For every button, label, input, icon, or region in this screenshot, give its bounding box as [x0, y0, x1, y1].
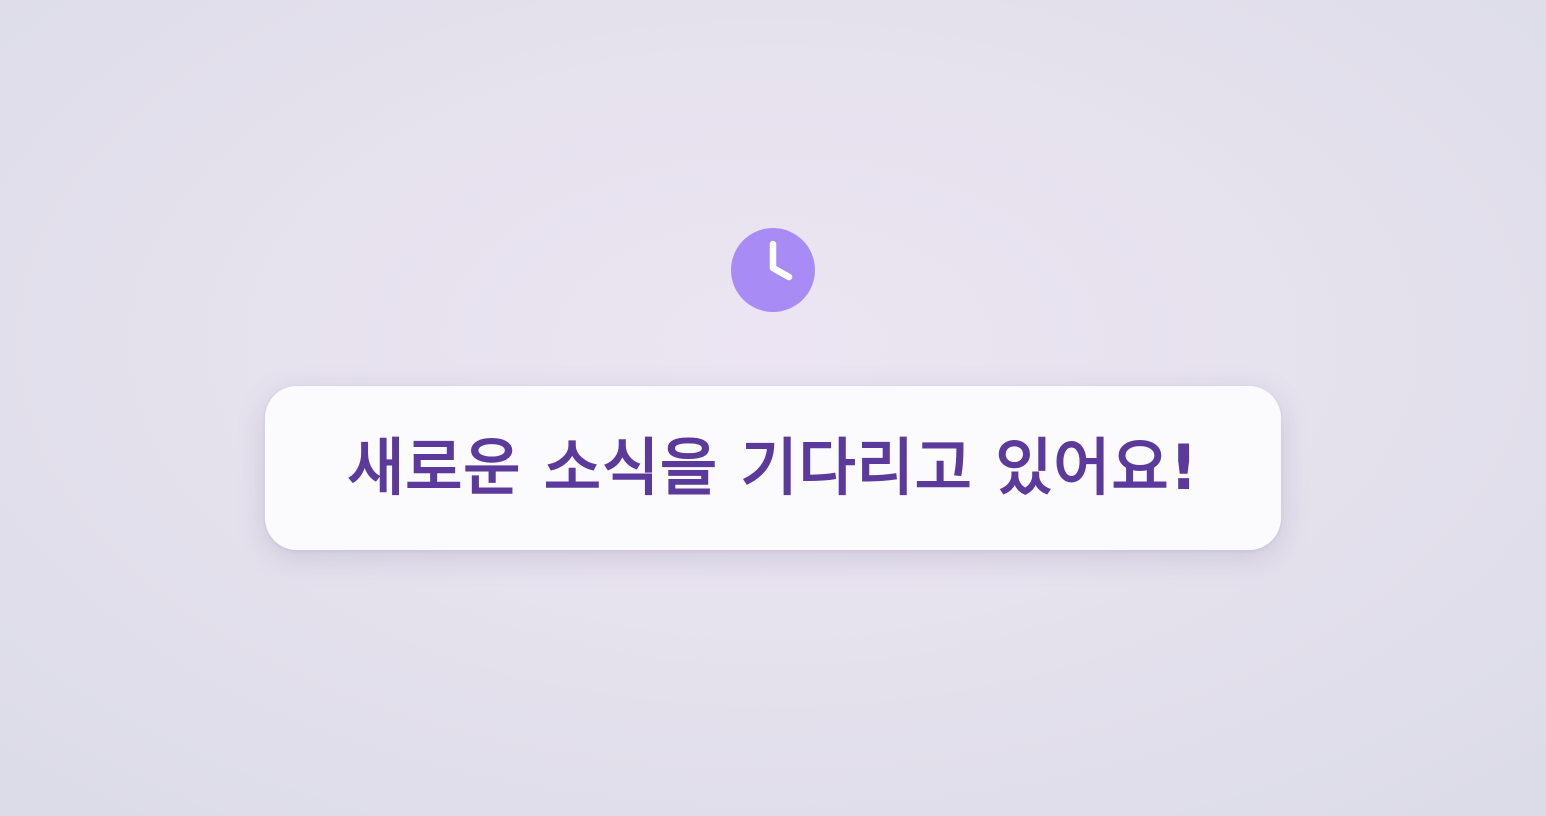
- clock-icon: [731, 228, 815, 312]
- empty-state-message: 새로운 소식을 기다리고 있어요!: [347, 431, 1199, 504]
- empty-state-card: 새로운 소식을 기다리고 있어요!: [265, 386, 1281, 550]
- clock-hands: [769, 240, 793, 281]
